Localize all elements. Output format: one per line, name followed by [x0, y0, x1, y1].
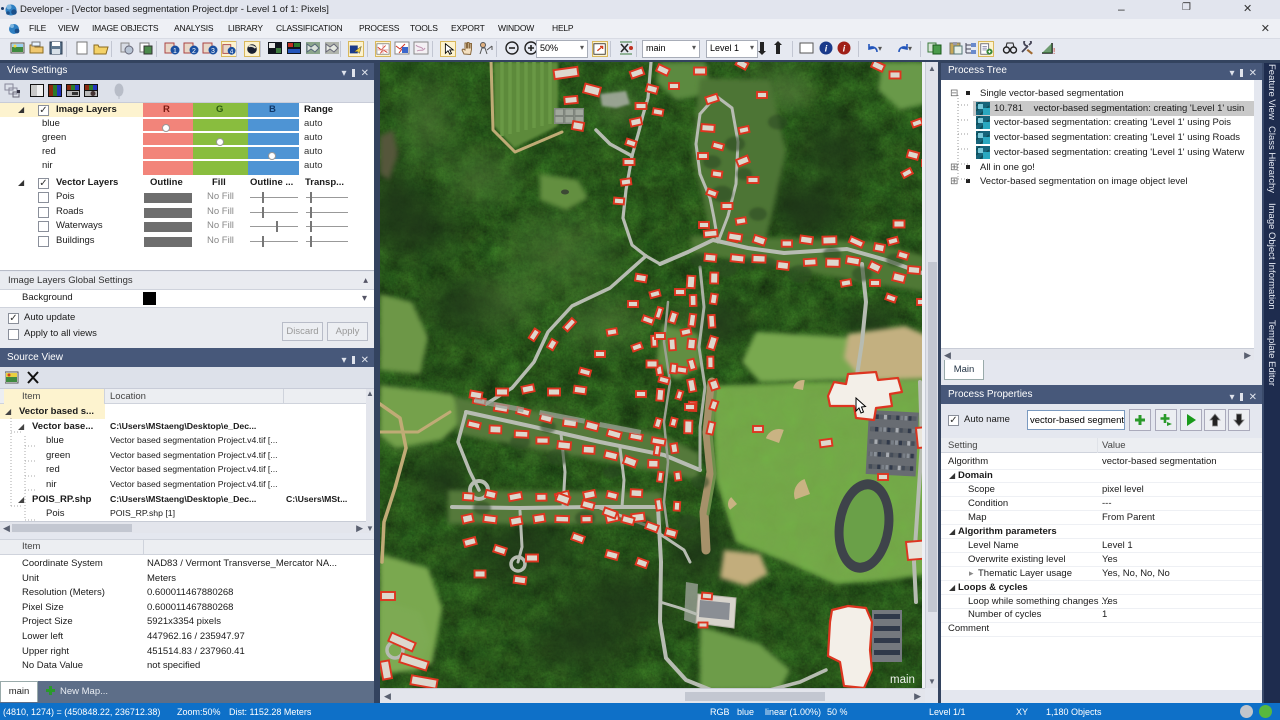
svg-text:!: !: [1053, 47, 1055, 55]
svg-text:2: 2: [192, 48, 196, 55]
svg-text:1: 1: [173, 48, 177, 55]
svg-text:main: main: [890, 674, 915, 686]
svg-text:3: 3: [211, 48, 215, 55]
svg-text:4: 4: [230, 48, 234, 55]
